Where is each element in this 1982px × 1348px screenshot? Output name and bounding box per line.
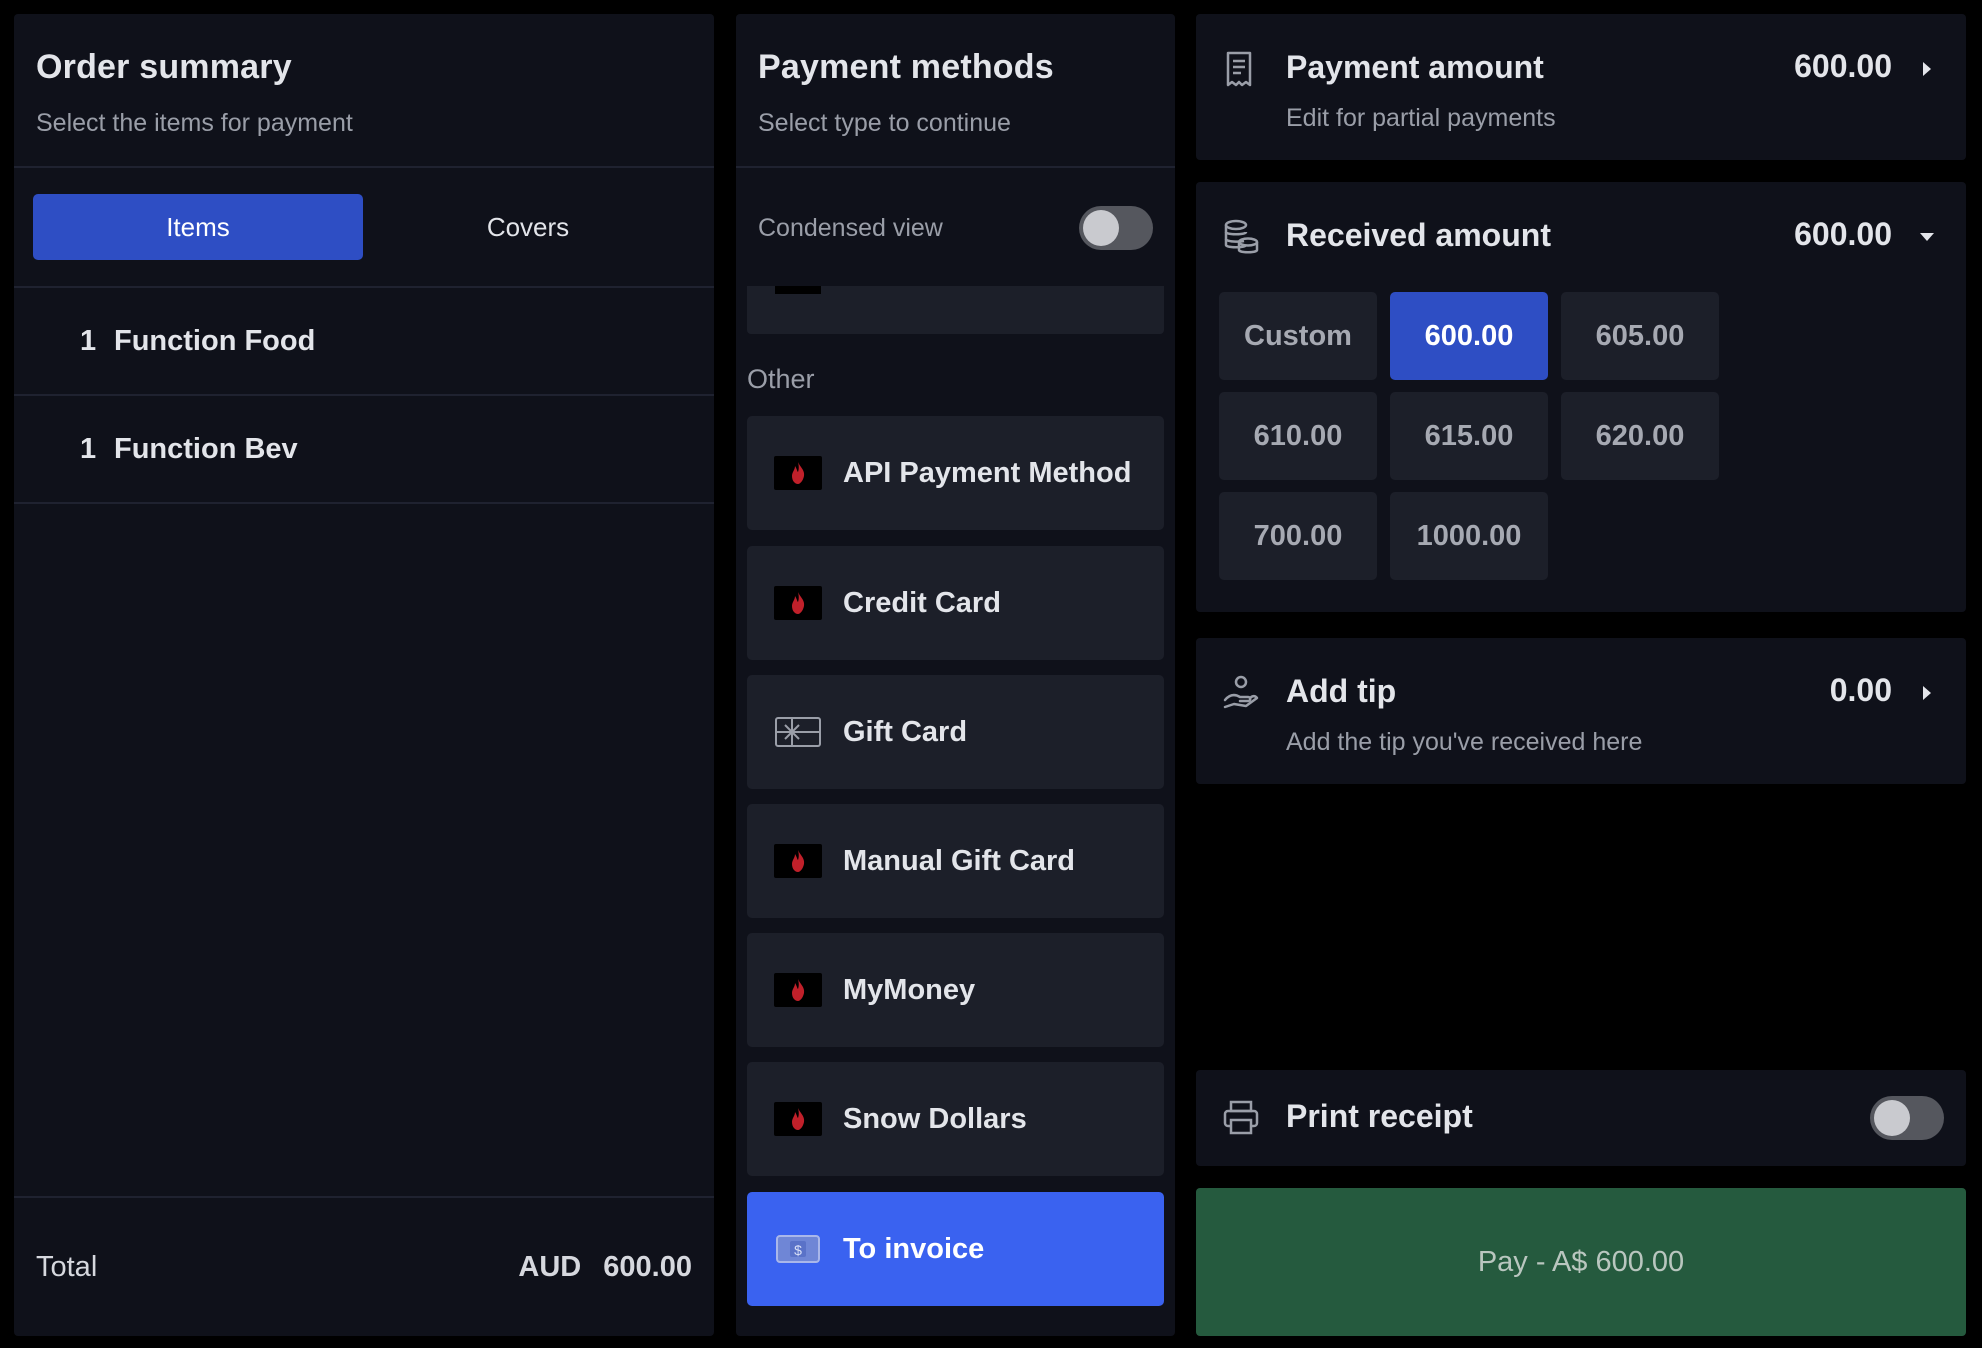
print-receipt-label: Print receipt [1286,1098,1473,1134]
payment-amount-value: 600.00 [1794,48,1892,84]
order-item-qty: 1 [80,324,97,357]
method-to-invoice[interactable]: $ To invoice [747,1192,1164,1306]
order-total-row: Total AUD 600.00 [14,1196,714,1336]
order-tabs: Items Covers [14,168,714,288]
payment-methods-panel: Payment methods Select type to continue … [736,14,1175,1336]
payment-amount-subtitle: Edit for partial payments [1286,104,1556,132]
amount-option-610[interactable]: 610.00 [1219,392,1377,480]
tab-items[interactable]: Items [33,194,363,260]
method-gift-card[interactable]: Gift Card [747,675,1164,789]
flame-icon [774,844,822,878]
order-summary-header: Order summary Select the items for payme… [14,14,714,168]
other-section-label: Other [747,364,815,394]
method-api-payment[interactable]: API Payment Method [747,416,1164,530]
order-item-qty: 1 [80,432,97,465]
method-label: Credit Card [843,586,1001,619]
coins-icon [1222,218,1260,261]
order-item-name: Function Food [114,324,316,357]
add-tip-value: 0.00 [1829,672,1892,708]
method-label: MyMoney [843,973,976,1006]
amount-option-605[interactable]: 605.00 [1561,292,1719,380]
method-mymoney[interactable]: MyMoney [747,933,1164,1047]
total-label: Total [36,1250,98,1283]
method-label: Snow Dollars [843,1102,1027,1135]
payment-methods-title: Payment methods [758,48,1054,86]
received-amount-card: Received amount 600.00 Custom 600.00 605… [1196,182,1966,612]
method-manual-gift-card[interactable]: Manual Gift Card [747,804,1164,918]
total-amount: AUD 600.00 [518,1251,692,1284]
method-label: API Payment Method [843,456,1132,489]
condensed-view-toggle[interactable] [1079,206,1153,250]
method-label: Gift Card [843,715,968,748]
condensed-view-row: Condensed view [736,168,1175,288]
method-snow-dollars[interactable]: Snow Dollars [747,1062,1164,1176]
order-summary-subtitle: Select the items for payment [36,109,353,137]
flame-icon [774,456,822,490]
payment-amount-card[interactable]: Payment amount Edit for partial payments… [1196,14,1966,160]
order-summary-title: Order summary [36,48,292,86]
print-receipt-card: Print receipt [1196,1070,1966,1166]
add-tip-subtitle: Add the tip you've received here [1286,728,1643,756]
gift-card-icon [774,715,822,749]
svg-text:$: $ [794,1242,802,1258]
flame-icon [774,973,822,1007]
total-currency: AUD [518,1250,582,1283]
amount-option-600[interactable]: 600.00 [1390,292,1548,380]
payment-methods-subtitle: Select type to continue [758,109,1011,137]
method-label: To invoice [843,1232,985,1265]
amount-option-615[interactable]: 615.00 [1390,392,1548,480]
pay-button[interactable]: Pay - A$ 600.00 [1196,1188,1966,1336]
order-summary-panel: Order summary Select the items for payme… [14,14,714,1336]
flame-icon [774,586,822,620]
add-tip-title: Add tip [1286,673,1397,709]
invoice-icon: $ [774,1232,822,1266]
received-amount-title: Received amount [1286,217,1551,253]
toggle-knob [1083,210,1119,246]
method-label: Manual Gift Card [843,844,1076,877]
amount-option-custom[interactable]: Custom [1219,292,1377,380]
print-receipt-toggle[interactable] [1870,1096,1944,1140]
payment-methods-header: Payment methods Select type to continue [736,14,1175,168]
method-tile-scrolled[interactable] [747,286,1164,334]
payment-amount-title: Payment amount [1286,49,1544,85]
printer-icon [1222,1100,1260,1141]
toggle-knob [1874,1100,1910,1136]
amount-option-620[interactable]: 620.00 [1561,392,1719,480]
tab-covers[interactable]: Covers [363,194,693,260]
amount-option-1000[interactable]: 1000.00 [1390,492,1548,580]
flame-icon [774,1102,822,1136]
order-item-row[interactable]: 1 Function Bev [14,396,714,504]
condensed-view-label: Condensed view [758,213,943,242]
tip-hand-icon [1222,674,1260,717]
received-amount-value: 600.00 [1794,216,1892,252]
receipt-icon [1222,50,1256,93]
order-item-row[interactable]: 1 Function Food [14,288,714,396]
chevron-right-icon[interactable] [1914,56,1940,82]
amount-option-700[interactable]: 700.00 [1219,492,1377,580]
chevron-right-icon[interactable] [1914,680,1940,706]
chevron-down-icon[interactable] [1914,224,1940,250]
method-credit-card[interactable]: Credit Card [747,546,1164,660]
add-tip-card[interactable]: Add tip Add the tip you've received here… [1196,638,1966,784]
flame-icon [775,286,821,294]
total-value: 600.00 [603,1250,692,1283]
order-item-name: Function Bev [114,432,298,465]
